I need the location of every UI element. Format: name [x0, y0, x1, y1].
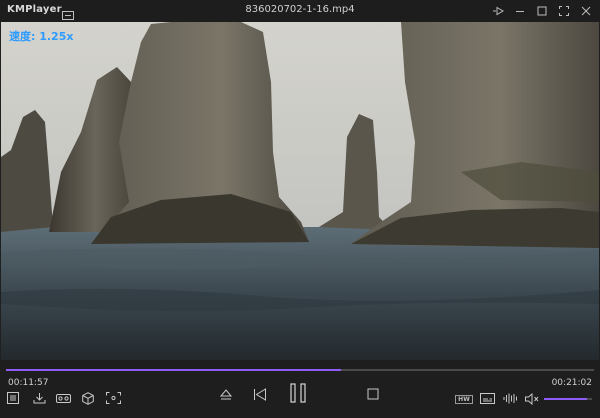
- eject-icon[interactable]: [219, 387, 233, 403]
- volume-slider[interactable]: [544, 398, 592, 400]
- seek-bar-progress: [6, 369, 342, 371]
- video-frame[interactable]: 速度: 1.25x: [1, 22, 599, 360]
- speaker-icon[interactable]: [524, 392, 540, 405]
- current-time: 00:11:57: [8, 378, 49, 388]
- speed-osd: 速度: 1.25x: [9, 30, 74, 43]
- previous-icon[interactable]: [252, 386, 268, 402]
- screen-capture-icon[interactable]: [105, 391, 121, 405]
- hw-decoder-icon[interactable]: HW: [455, 393, 473, 405]
- hw-badge-label: HW: [455, 394, 473, 404]
- kmplayer-window: KMPlayer 836020702-1-16.mp4 速度: 1.25x 00…: [0, 0, 600, 418]
- audio-wave-icon[interactable]: [502, 392, 518, 405]
- download-icon[interactable]: [32, 391, 46, 405]
- fullscreen-icon[interactable]: [556, 3, 572, 19]
- minimize-icon[interactable]: [512, 3, 528, 19]
- volume-slider-fill: [544, 398, 588, 400]
- seek-bar[interactable]: [6, 369, 594, 371]
- title-bar[interactable]: KMPlayer 836020702-1-16.mp4: [0, 0, 600, 22]
- video-scene: [1, 22, 599, 360]
- pin-icon[interactable]: [490, 3, 506, 19]
- control-bar: 00:11:57 00:21:02 HW: [0, 360, 600, 418]
- duration-time[interactable]: 00:21:02: [552, 378, 592, 388]
- subtitle-icon[interactable]: [479, 392, 495, 405]
- stop-icon[interactable]: [366, 387, 380, 401]
- 3d-cube-icon[interactable]: [81, 391, 95, 405]
- close-icon[interactable]: [578, 3, 594, 19]
- vr-goggles-icon[interactable]: [55, 391, 71, 405]
- window-controls: [490, 3, 594, 19]
- playlist-icon[interactable]: [6, 391, 20, 405]
- pause-icon[interactable]: [288, 382, 308, 404]
- maximize-icon[interactable]: [534, 3, 550, 19]
